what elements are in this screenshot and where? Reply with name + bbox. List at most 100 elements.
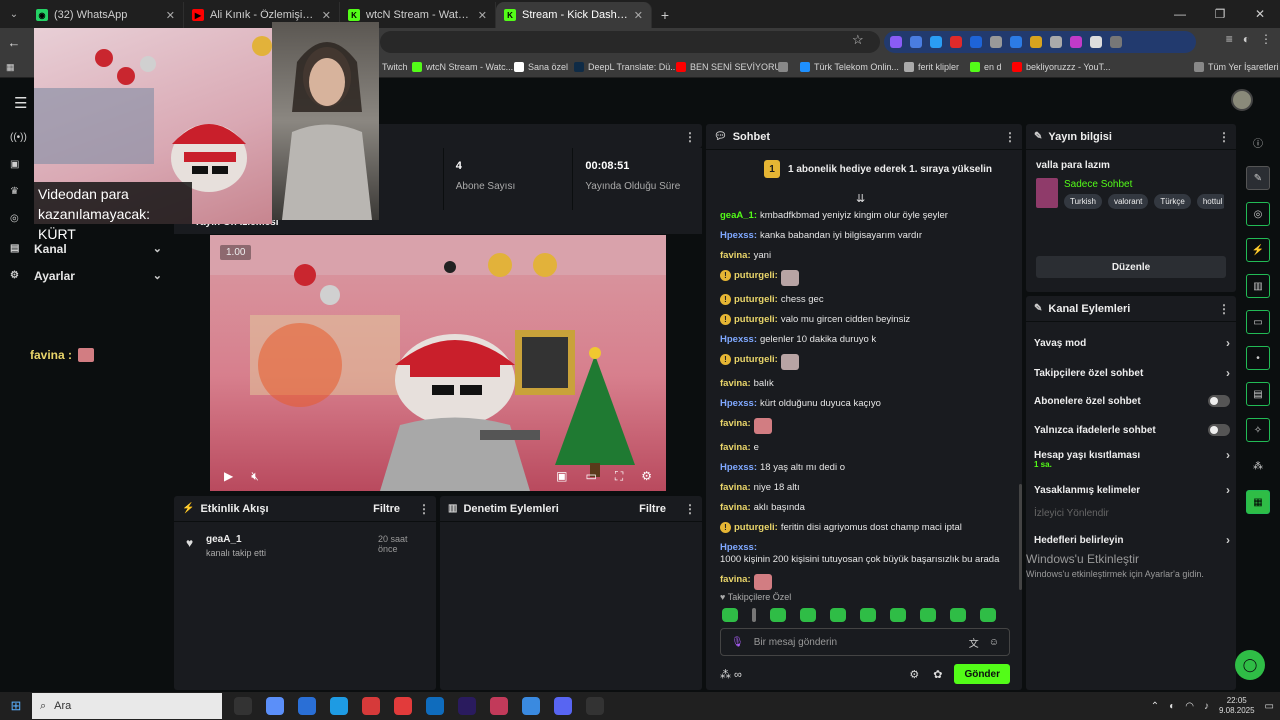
chat-username[interactable]: favina: xyxy=(720,378,751,390)
bookmark-item[interactable]: wtcN Stream - Watc... xyxy=(412,56,513,78)
tab-search-icon[interactable]: ⌄ xyxy=(0,0,28,28)
stream-tag[interactable]: Turkish xyxy=(1064,194,1102,209)
profile-icon[interactable]: ◐ xyxy=(1243,32,1250,46)
bookmark-item[interactable]: en d xyxy=(970,56,1002,78)
edit-button[interactable]: Düzenle xyxy=(1036,256,1226,278)
chat-username[interactable]: puturgeli: xyxy=(734,270,778,282)
stream-tag[interactable]: valorant xyxy=(1107,194,1149,209)
chat-username[interactable]: geaA_1: xyxy=(720,210,757,222)
send-button[interactable]: Gönder xyxy=(954,664,1010,684)
microphone-icon[interactable]: 🎙︎ xyxy=(731,637,744,648)
chevron-collapse-icon[interactable]: ⇊ xyxy=(856,192,865,205)
outlook-icon[interactable] xyxy=(426,697,444,715)
store-icon[interactable] xyxy=(298,697,316,715)
minimize-icon[interactable]: — xyxy=(1160,0,1200,28)
theater-icon[interactable]: ▭ xyxy=(585,469,596,483)
help-chat-button[interactable]: ◯ xyxy=(1235,650,1265,680)
emote-icon[interactable] xyxy=(800,608,816,622)
extension-icon[interactable] xyxy=(1030,36,1042,48)
emote-icon[interactable] xyxy=(890,608,906,622)
notification-icon[interactable]: ▭ xyxy=(1265,701,1274,712)
channel-action-row[interactable]: Abonelere özel sohbet xyxy=(1034,395,1230,407)
extension-icon[interactable] xyxy=(990,36,1002,48)
fullscreen-icon[interactable]: ⛶ xyxy=(615,469,623,484)
extension-icon[interactable] xyxy=(910,36,922,48)
emote-icon[interactable] xyxy=(860,608,876,622)
chat-username[interactable]: Hpexss: xyxy=(720,230,757,242)
kebab-menu-icon[interactable]: ⋮ xyxy=(1004,130,1016,144)
extension-icon[interactable] xyxy=(970,36,982,48)
sidebar-item-ayarlar[interactable]: ⚙ Ayarlar ⌄ xyxy=(10,262,170,289)
stream-tag[interactable]: hottul xyxy=(1196,194,1224,209)
play-icon[interactable]: ▶ xyxy=(224,469,233,483)
mute-icon[interactable]: 🔇︎ xyxy=(251,469,259,484)
chat-username[interactable]: favina: xyxy=(720,250,751,262)
kebab-menu-icon[interactable]: ⋮ xyxy=(418,502,430,516)
close-window-icon[interactable]: ✕ xyxy=(1240,0,1280,28)
close-tab-icon[interactable]: ✕ xyxy=(322,9,331,22)
puzzle-icon[interactable] xyxy=(1110,36,1122,48)
omnibox[interactable] xyxy=(380,31,880,53)
volume-icon[interactable]: ♪ xyxy=(1204,701,1209,712)
extension-icon[interactable] xyxy=(1010,36,1022,48)
chat-username[interactable]: Hpexss: xyxy=(720,334,757,346)
extension-icon[interactable] xyxy=(930,36,942,48)
chat-username[interactable]: favina: xyxy=(720,574,751,586)
discord-icon[interactable] xyxy=(554,697,572,715)
bookmark-star-icon[interactable]: ☆ xyxy=(852,32,864,48)
stream-category[interactable]: Sadece Sohbet xyxy=(1064,179,1132,190)
yandex-icon[interactable] xyxy=(362,697,380,715)
translate-icon[interactable]: 文 xyxy=(969,635,979,650)
chat-username[interactable]: favina: xyxy=(720,502,751,514)
bolt-icon[interactable]: ⚡ xyxy=(1246,238,1270,262)
emote-icon[interactable] xyxy=(950,608,966,622)
chat-scrollbar[interactable] xyxy=(1019,484,1022,590)
chat-settings-icon[interactable]: ⚙ xyxy=(909,668,919,681)
kick-points-icon[interactable]: ⁂ ∞ xyxy=(720,668,742,681)
extension-icon[interactable] xyxy=(1070,36,1082,48)
stream-preview-video[interactable]: 1.00 ▶ 🔇︎ ▣ ▭ ⛶ ⚙ xyxy=(210,235,666,491)
chat-username[interactable]: puturgeli: xyxy=(734,522,778,534)
emote-icon[interactable] xyxy=(752,608,756,622)
hamburger-icon[interactable]: ☰ xyxy=(14,94,27,112)
chat-username[interactable]: Hpexss: xyxy=(720,542,757,554)
close-tab-icon[interactable]: ✕ xyxy=(166,9,175,22)
bookmark-item[interactable]: bekliyoruzzz - YouT... xyxy=(1012,56,1111,78)
chat-username[interactable]: Hpexss: xyxy=(720,398,757,410)
chat-icon[interactable]: ▭ xyxy=(1246,310,1270,334)
windows-start-icon[interactable]: ⊞ xyxy=(0,698,32,714)
dashboard-icon[interactable]: ▣ xyxy=(10,159,28,186)
chrome-icon[interactable] xyxy=(522,697,540,715)
settings-icon[interactable]: ⚙ xyxy=(641,469,652,483)
bookmark-item[interactable]: Sana özel xyxy=(514,56,568,78)
network-icon[interactable]: ◐ xyxy=(1169,701,1175,712)
kebab-menu-icon[interactable]: ⋮ xyxy=(684,130,696,144)
extension-icon[interactable] xyxy=(1050,36,1062,48)
channel-action-row[interactable]: Hedefleri belirleyin › xyxy=(1034,533,1230,547)
file-icon[interactable]: ▥ xyxy=(1246,274,1270,298)
chat-username[interactable]: favina: xyxy=(720,442,751,454)
apps-icon[interactable]: ▦ xyxy=(6,56,15,78)
browser-tab[interactable]: KStream - Kick Dashboard✕ xyxy=(496,2,652,28)
channel-action-row[interactable]: Takipçilere özel sohbet › xyxy=(1034,366,1230,380)
bookmark-item[interactable]: ferit klipler xyxy=(904,56,959,78)
extension-icon[interactable] xyxy=(890,36,902,48)
chat-username[interactable]: Hpexss: xyxy=(720,462,757,474)
chat-username[interactable]: puturgeli: xyxy=(734,294,778,306)
emote-icon[interactable] xyxy=(920,608,936,622)
camera-icon[interactable]: ◎ xyxy=(1246,202,1270,226)
close-tab-icon[interactable]: ✕ xyxy=(478,9,487,22)
stream-tag[interactable]: Türkçe xyxy=(1154,194,1191,209)
bookmark-item[interactable]: DeepL Translate: Dü... xyxy=(574,56,678,78)
emoji-icon[interactable]: ☺ xyxy=(989,637,999,648)
bookmark-item[interactable] xyxy=(778,56,792,78)
chevron-up-icon[interactable]: ⌃ xyxy=(1151,701,1159,712)
channel-action-row[interactable]: Hesap yaşı kısıtlaması 1 sa. › xyxy=(1034,448,1230,469)
trophy-icon[interactable]: ♛ xyxy=(10,186,28,213)
close-tab-icon[interactable]: ✕ xyxy=(634,9,643,22)
info-icon[interactable]: ⓘ xyxy=(1246,130,1270,154)
browser-tab[interactable]: ◉ (32) WhatsApp ✕ xyxy=(28,2,184,28)
share-icon[interactable]: ⁂ xyxy=(1246,454,1270,478)
bookmark-item[interactable]: Türk Telekom Onlin... xyxy=(800,56,899,78)
clock[interactable]: 22:05 9.08.2025 xyxy=(1219,696,1255,716)
